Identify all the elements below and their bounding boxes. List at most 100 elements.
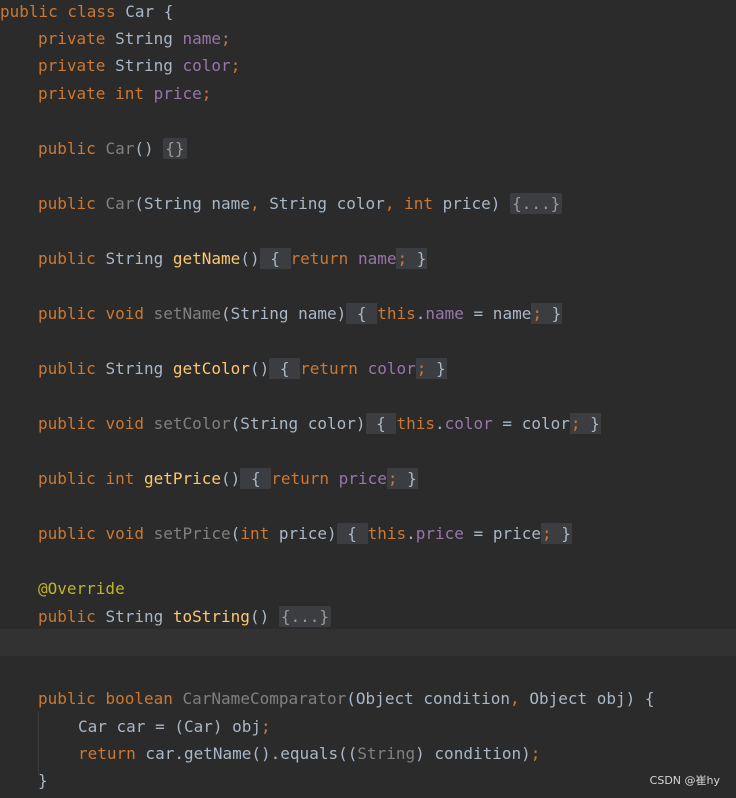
- watermark: CSDN @崔hy: [649, 774, 720, 787]
- code-line-class-decl[interactable]: public class Car {: [0, 0, 173, 25]
- method-name: setName: [153, 304, 222, 323]
- assignment: = price: [463, 524, 541, 543]
- code-line-getname[interactable]: public String getName() { return name; }: [38, 245, 428, 272]
- semicolon: ;: [201, 84, 212, 103]
- brace-open: {: [279, 359, 290, 378]
- current-line-highlight: [0, 629, 736, 656]
- code-line-full-ctor[interactable]: public Car(String name, String color, in…: [38, 190, 563, 217]
- redundant-cast: String: [357, 744, 416, 763]
- semicolon: ;: [532, 304, 542, 323]
- folded-block[interactable]: {}: [163, 138, 187, 159]
- code-line-return-equals[interactable]: return car.getName().equals((String) con…: [78, 740, 540, 767]
- paren-open: (: [230, 524, 241, 543]
- parens: (): [249, 359, 270, 378]
- params: price): [269, 524, 337, 543]
- code-editor[interactable]: public class Car { private String name; …: [0, 0, 736, 798]
- code-line-getprice[interactable]: public int getPrice() { return price; }: [38, 465, 418, 492]
- comma: ,: [249, 194, 260, 213]
- code-line-setprice[interactable]: public void setPrice(int price) { this.p…: [38, 520, 572, 547]
- semicolon: ;: [416, 359, 427, 378]
- keyword: return: [290, 249, 349, 268]
- semicolon: ;: [541, 524, 552, 543]
- brace-close: }: [436, 359, 446, 378]
- field-name: name: [425, 304, 464, 323]
- keyword: int: [394, 194, 433, 213]
- code-line-field-name[interactable]: private String name;: [38, 25, 231, 52]
- parens: (): [249, 607, 270, 626]
- params: (String name): [221, 304, 347, 323]
- params: (String color): [230, 414, 366, 433]
- keyword: public: [38, 469, 96, 488]
- parens: (): [221, 469, 241, 488]
- field-name: price: [153, 84, 202, 103]
- dot: .: [406, 524, 416, 543]
- keyword: public: [38, 304, 96, 323]
- field-name: color: [444, 414, 493, 433]
- keyword: private: [38, 56, 106, 75]
- method-name: toString: [172, 607, 250, 626]
- field-name: name: [357, 249, 397, 268]
- keyword: private: [38, 84, 106, 103]
- keyword: private: [38, 29, 106, 48]
- brace-close: }: [407, 469, 417, 488]
- keyword: public class: [0, 2, 126, 21]
- keyword: return: [271, 469, 330, 488]
- keyword: this: [377, 304, 416, 323]
- keyword: public: [38, 607, 96, 626]
- field-name: price: [338, 469, 387, 488]
- folded-block[interactable]: {...}: [510, 193, 563, 214]
- keyword: public: [38, 249, 96, 268]
- folded-block[interactable]: {...}: [278, 606, 332, 627]
- assignment: = name: [463, 304, 532, 323]
- type: String: [115, 56, 173, 75]
- keyword: public: [38, 524, 96, 543]
- comma: ,: [384, 194, 395, 213]
- brace-close: }: [590, 414, 600, 433]
- code-line-close-brace[interactable]: }: [38, 767, 48, 794]
- class-name: Car {: [125, 2, 174, 21]
- type: String: [105, 249, 164, 268]
- semicolon: ;: [397, 249, 408, 268]
- code-line-annotation[interactable]: @Override: [38, 575, 125, 602]
- semicolon: ;: [570, 414, 581, 433]
- code-line-setname[interactable]: public void setName(String name) { this.…: [38, 300, 563, 327]
- method-name: setColor: [153, 414, 231, 433]
- type: int: [105, 469, 135, 488]
- brace-open: {: [270, 249, 280, 268]
- constructor-name: Car: [105, 194, 135, 213]
- keyword: return: [300, 359, 358, 378]
- params: (Object condition: [346, 689, 511, 708]
- keyword: public: [38, 194, 96, 213]
- method-name: setPrice: [153, 524, 231, 543]
- code-line-field-price[interactable]: private int price;: [38, 80, 211, 107]
- code-line-setcolor[interactable]: public void setColor(String color) { thi…: [38, 410, 601, 437]
- annotation: @Override: [38, 579, 125, 598]
- semicolon: ;: [230, 56, 241, 75]
- assignment: = color: [492, 414, 570, 433]
- params: price): [432, 194, 501, 213]
- keyword: return: [78, 744, 136, 763]
- code-line-field-color[interactable]: private String color;: [38, 52, 240, 79]
- code-line-default-ctor[interactable]: public Car() {}: [38, 135, 187, 162]
- brace-open: {: [376, 414, 386, 433]
- semicolon: ;: [261, 717, 271, 736]
- type: String: [105, 359, 164, 378]
- statement: car.getName().equals((: [135, 744, 358, 763]
- semicolon: ;: [221, 29, 231, 48]
- code-line-comparator[interactable]: public boolean CarNameComparator(Object …: [38, 685, 655, 712]
- constructor-name: Car: [105, 139, 135, 158]
- code-line-tostring[interactable]: public String toString() {...}: [38, 603, 332, 630]
- brace-open: {: [356, 304, 367, 323]
- code-line-getcolor[interactable]: public String getColor() { return color;…: [38, 355, 447, 382]
- method-name: getName: [172, 249, 241, 268]
- parens: (): [240, 249, 260, 268]
- brace-close: }: [551, 304, 562, 323]
- comma: ,: [510, 689, 520, 708]
- field-name: color: [367, 359, 416, 378]
- code-line-cast[interactable]: Car car = (Car) obj;: [78, 713, 271, 740]
- keyword: this: [367, 524, 407, 543]
- keyword: public: [38, 139, 96, 158]
- type: int: [115, 84, 144, 103]
- keyword: public: [38, 689, 96, 708]
- type: void: [105, 414, 144, 433]
